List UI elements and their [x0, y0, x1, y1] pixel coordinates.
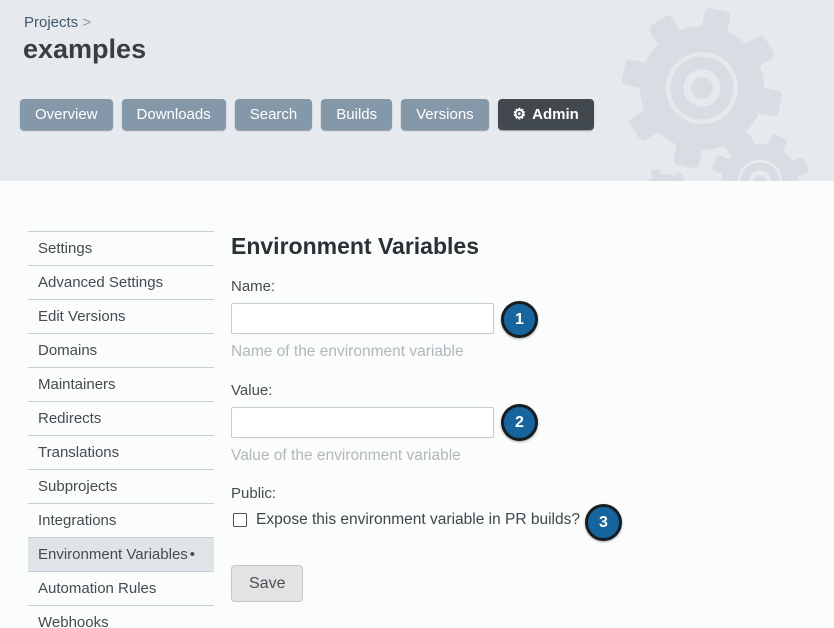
sidebar-item-integrations[interactable]: Integrations [28, 504, 214, 538]
public-checkbox[interactable] [233, 513, 247, 527]
nav-admin-label: Admin [532, 106, 579, 123]
sidebar-item-maintainers[interactable]: Maintainers [28, 368, 214, 402]
value-field-help: Value of the environment variable [231, 447, 461, 465]
value-input[interactable] [231, 407, 494, 438]
name-field-help: Name of the environment variable [231, 343, 464, 361]
project-header: Projects > examples Overview Downloads S… [0, 0, 834, 181]
callout-badge-1: 1 [501, 301, 538, 338]
page-title: examples [23, 34, 146, 65]
project-nav: Overview Downloads Search Builds Version… [20, 99, 594, 130]
sidebar-item-environment-variables[interactable]: Environment Variables• [28, 538, 214, 572]
public-checkbox-label: Expose this environment variable in PR b… [256, 511, 580, 529]
nav-downloads-button[interactable]: Downloads [122, 99, 226, 130]
page: Projects > examples Overview Downloads S… [0, 0, 834, 628]
sidebar-item-edit-versions[interactable]: Edit Versions [28, 300, 214, 334]
sidebar-item-settings[interactable]: Settings [28, 232, 214, 266]
sidebar-item-subprojects[interactable]: Subprojects [28, 470, 214, 504]
nav-overview-button[interactable]: Overview [20, 99, 113, 130]
sidebar-item-translations[interactable]: Translations [28, 436, 214, 470]
gear-icon: ⚙ [513, 107, 526, 122]
nav-builds-button[interactable]: Builds [321, 99, 392, 130]
sidebar-item-label: Environment Variables [38, 546, 188, 563]
sidebar-item-webhooks[interactable]: Webhooks [28, 606, 214, 628]
sidebar-item-domains[interactable]: Domains [28, 334, 214, 368]
sidebar-item-automation-rules[interactable]: Automation Rules [28, 572, 214, 606]
nav-search-button[interactable]: Search [235, 99, 313, 130]
public-checkbox-row: Expose this environment variable in PR b… [233, 511, 580, 529]
breadcrumb: Projects > [24, 14, 91, 31]
sidebar-item-advanced-settings[interactable]: Advanced Settings [28, 266, 214, 300]
admin-sidebar: Settings Advanced Settings Edit Versions… [28, 231, 214, 628]
breadcrumb-projects-link[interactable]: Projects [24, 14, 78, 31]
section-heading: Environment Variables [231, 233, 479, 260]
callout-badge-3: 3 [585, 504, 622, 541]
sidebar-item-redirects[interactable]: Redirects [28, 402, 214, 436]
gears-watermark-icon [574, 0, 834, 181]
callout-badge-2: 2 [501, 404, 538, 441]
save-button[interactable]: Save [231, 565, 303, 602]
nav-versions-button[interactable]: Versions [401, 99, 489, 130]
name-field-label: Name: [231, 278, 275, 295]
value-field-label: Value: [231, 382, 272, 399]
public-field-label: Public: [231, 485, 276, 502]
current-item-marker: • [190, 546, 195, 563]
breadcrumb-separator: > [82, 14, 91, 31]
name-input[interactable] [231, 303, 494, 334]
nav-admin-button[interactable]: ⚙ Admin [498, 99, 594, 130]
